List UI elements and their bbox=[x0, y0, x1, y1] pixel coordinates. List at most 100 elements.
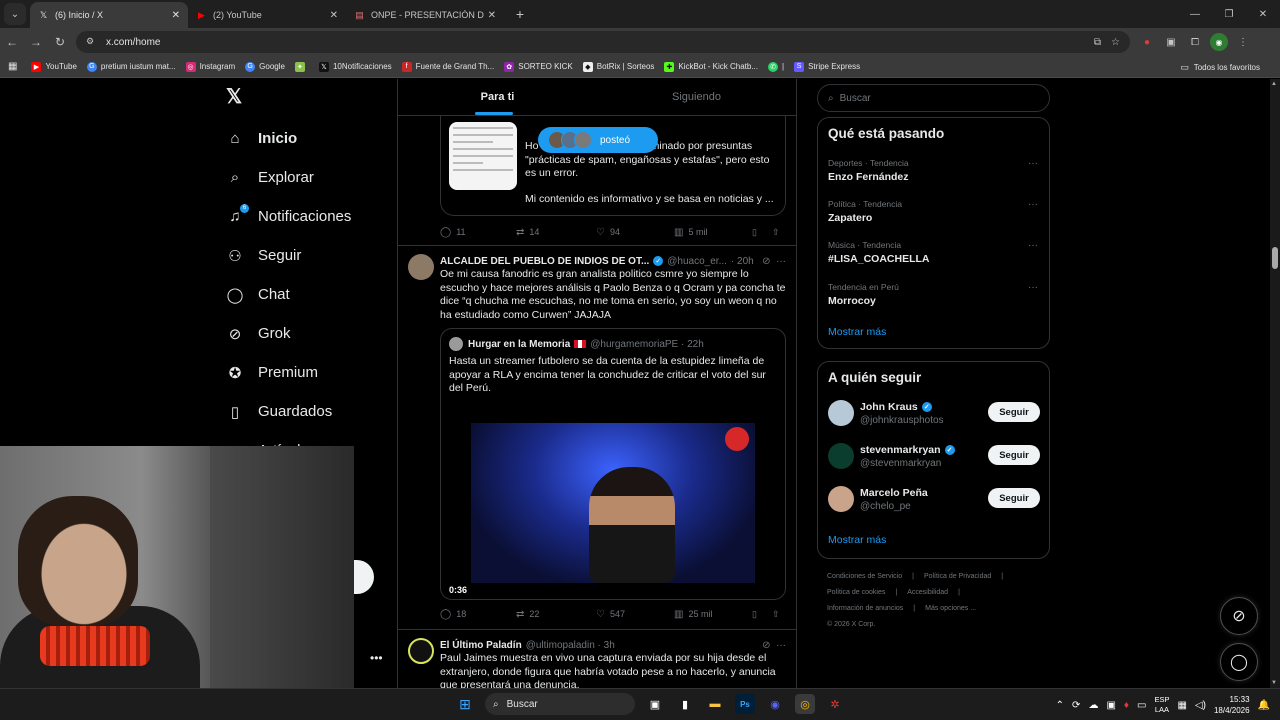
tab-youtube[interactable]: ▶ (2) YouTube ✕ bbox=[188, 2, 346, 28]
views-button[interactable]: ▥ 25 mil bbox=[674, 609, 752, 620]
sidebar-item-notificaciones[interactable]: ♫ 6 Notificaciones bbox=[226, 197, 351, 236]
cloud-icon[interactable]: ☁ bbox=[1088, 700, 1098, 711]
grok-icon[interactable]: ⊘ ··· bbox=[762, 640, 786, 651]
volume-icon[interactable]: ◁) bbox=[1195, 700, 1206, 711]
discord-icon[interactable]: ◉ bbox=[765, 694, 785, 714]
taskbar-search[interactable]: ⌕ Buscar bbox=[485, 693, 635, 715]
notification-bell-icon[interactable]: 🔔 bbox=[1258, 700, 1270, 711]
app-icon-2[interactable]: ✲ bbox=[825, 694, 845, 714]
puzzle-icon[interactable]: ⧠ bbox=[1186, 33, 1204, 51]
bookmark-extension[interactable]: ✦ bbox=[294, 61, 309, 72]
bookmark-icon[interactable]: ▯ bbox=[752, 227, 772, 238]
chrome-icon[interactable]: ◎ bbox=[795, 694, 815, 714]
footer-link[interactable]: Política de cookies bbox=[827, 589, 885, 596]
follow-suggestion[interactable]: John Kraus ✓ @johnkrausphotos Seguir bbox=[828, 400, 1040, 430]
bookmark-gta-source[interactable]: f Fuente de Grand Th... bbox=[401, 61, 494, 72]
share-icon[interactable]: ⇧ bbox=[772, 609, 780, 620]
scrollbar-thumb[interactable] bbox=[1272, 247, 1278, 269]
tweet-time[interactable]: · 20h bbox=[731, 256, 754, 267]
browser-menu-icon[interactable]: ⋮ bbox=[1234, 33, 1252, 51]
sidebar-item-guardados[interactable]: ▯ Guardados bbox=[226, 392, 351, 431]
language-indicator[interactable]: ESP LAA bbox=[1154, 695, 1169, 715]
mic-icon[interactable]: ♦ bbox=[1124, 700, 1129, 711]
bookmark-kickbot[interactable]: ✚ KickBot - Kick Chatb... bbox=[664, 61, 758, 72]
footer-link[interactable]: Más opciones ... bbox=[925, 605, 976, 612]
author-handle[interactable]: @huaco_er... bbox=[667, 256, 727, 267]
post-button[interactable] bbox=[352, 560, 374, 594]
follow-button[interactable]: Seguir bbox=[988, 402, 1040, 422]
more-icon[interactable]: ··· bbox=[1028, 199, 1038, 210]
messages-fab-button[interactable]: ◯ bbox=[1220, 643, 1258, 681]
bookmark-star-icon[interactable]: ☆ bbox=[1111, 37, 1120, 48]
close-tab-icon[interactable]: ✕ bbox=[330, 10, 338, 21]
apps-icon[interactable]: ▦ bbox=[8, 61, 17, 72]
close-window-icon[interactable]: ✕ bbox=[1246, 0, 1280, 28]
file-explorer-icon[interactable]: ▬ bbox=[705, 694, 725, 714]
bookmark-pretium[interactable]: Gpretium iustum mat... bbox=[86, 61, 176, 72]
quoted-post[interactable]: Hurgar en la Memoria @hurgamemoriaPE · 2… bbox=[440, 328, 786, 600]
bookmark-youtube[interactable]: ▶ YouTube bbox=[31, 61, 77, 72]
trend-item[interactable]: Política · Tendencia Zapatero ··· bbox=[828, 199, 1040, 224]
bookmark-whatsapp[interactable]: ✆ | bbox=[768, 61, 784, 72]
footer-link[interactable]: Política de Privacidad bbox=[924, 573, 991, 580]
windows-start-icon[interactable]: ⊞ bbox=[455, 694, 475, 714]
tray-icon[interactable]: ▣ bbox=[1106, 700, 1115, 711]
bookmark-google[interactable]: G Google bbox=[245, 61, 285, 72]
tray-icon[interactable]: ⟳ bbox=[1072, 700, 1080, 711]
tab-search-button[interactable]: ⌄ bbox=[4, 3, 26, 25]
sidebar-item-grok[interactable]: ⊘ Grok bbox=[226, 314, 351, 353]
like-button[interactable]: ♡ 94 bbox=[596, 227, 674, 238]
share-icon[interactable]: ⇧ bbox=[772, 227, 780, 238]
sidebar-item-explorar[interactable]: ⌕ Explorar bbox=[226, 158, 351, 197]
chevron-up-icon[interactable]: ⌃ bbox=[1056, 700, 1064, 711]
tray-icon[interactable]: ▭ bbox=[1137, 700, 1146, 711]
tab-onpe[interactable]: ▤ ONPE - PRESENTACIÓN DE RE ✕ bbox=[346, 2, 504, 28]
grok-icon[interactable]: ⊘ ··· bbox=[762, 256, 786, 267]
avatar[interactable] bbox=[408, 254, 434, 280]
forward-button[interactable]: → bbox=[24, 30, 48, 54]
more-icon[interactable]: ··· bbox=[1028, 240, 1038, 251]
bookmark-sorteo-kick[interactable]: ✿ SORTEO KICK bbox=[504, 61, 573, 72]
trend-item[interactable]: Deportes · Tendencia Enzo Fernández ··· bbox=[828, 158, 1040, 183]
author-handle[interactable]: @ultimopaladin · 3h bbox=[526, 640, 615, 651]
tab-para-ti[interactable]: Para ti bbox=[398, 79, 597, 115]
avatar[interactable] bbox=[408, 638, 434, 664]
new-posts-pill[interactable]: ↑ posteó bbox=[538, 127, 658, 153]
url-bar[interactable]: ⚙ x.com/home ⧉ ☆ bbox=[76, 31, 1130, 53]
trend-item[interactable]: Tendencia en Perú Morrocoy ··· bbox=[828, 282, 1040, 307]
scroll-up-icon[interactable]: ▲ bbox=[1271, 81, 1277, 87]
x-logo-icon[interactable]: 𝕏 bbox=[226, 87, 246, 107]
footer-link[interactable]: Condiciones de Servicio bbox=[827, 573, 902, 580]
close-tab-icon[interactable]: ✕ bbox=[488, 10, 496, 21]
install-icon[interactable]: ⧉ bbox=[1094, 37, 1101, 48]
clock[interactable]: 15:33 18/4/2026 bbox=[1214, 694, 1250, 716]
restore-icon[interactable]: ❐ bbox=[1212, 0, 1246, 28]
tweet[interactable]: ALCALDE DEL PUEBLO DE INDIOS DE OT... ✓ … bbox=[398, 246, 796, 630]
new-tab-button[interactable]: + bbox=[508, 2, 532, 26]
scroll-down-icon[interactable]: ▼ bbox=[1271, 680, 1277, 686]
tweet[interactable]: El Último Paladín @ultimopaladin · 3h ⊘ … bbox=[398, 630, 796, 688]
author-name[interactable]: El Último Paladín bbox=[440, 640, 522, 651]
network-icon[interactable]: ▦ bbox=[1177, 700, 1186, 711]
app-icon[interactable]: ▮ bbox=[675, 694, 695, 714]
site-info-icon[interactable]: ⚙ bbox=[86, 36, 98, 48]
views-button[interactable]: ▥ 5 mil bbox=[674, 227, 752, 238]
tab-x-home[interactable]: 𝕏 (6) Inicio / X ✕ bbox=[30, 2, 188, 28]
minimize-icon[interactable]: — bbox=[1178, 0, 1212, 28]
extension-red-icon[interactable]: ● bbox=[1138, 33, 1156, 51]
bookmark-notifications[interactable]: 𝕏 10Notificaciones bbox=[318, 61, 392, 72]
quoted-image[interactable] bbox=[449, 122, 517, 190]
extension-icon[interactable]: ▣ bbox=[1162, 33, 1180, 51]
sidebar-item-chat[interactable]: ◯ Chat bbox=[226, 275, 351, 314]
tab-siguiendo[interactable]: Siguiendo bbox=[597, 79, 796, 115]
repost-button[interactable]: ⇄ 22 bbox=[516, 609, 596, 620]
repost-button[interactable]: ⇄ 14 bbox=[516, 227, 596, 238]
author-name[interactable]: ALCALDE DEL PUEBLO DE INDIOS DE OT... bbox=[440, 256, 649, 267]
footer-link[interactable]: Información de anuncios bbox=[827, 605, 903, 612]
show-more-link[interactable]: Mostrar más bbox=[828, 534, 886, 546]
bookmark-stripe[interactable]: S Stripe Express bbox=[794, 61, 860, 72]
follow-suggestion[interactable]: Marcelo Peña @chelo_pe Seguir bbox=[828, 486, 1040, 516]
trend-item[interactable]: Música · Tendencia #LISA_COACHELLA ··· bbox=[828, 240, 1040, 265]
bookmark-instagram[interactable]: ◎ Instagram bbox=[185, 61, 235, 72]
footer-link[interactable]: Accesibilidad bbox=[907, 589, 948, 596]
